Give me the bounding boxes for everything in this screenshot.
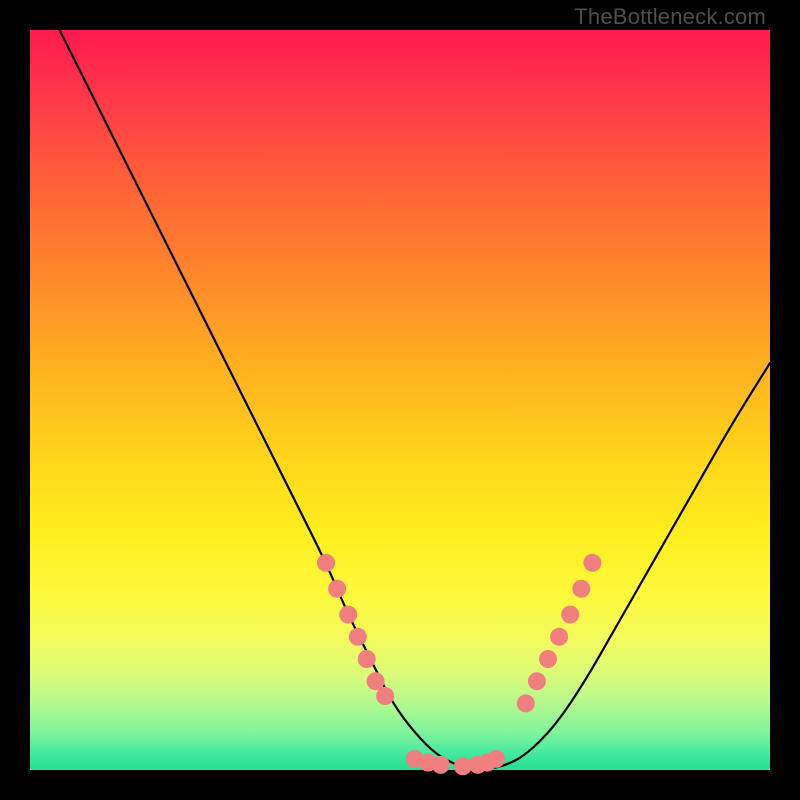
marker-dot <box>539 650 557 668</box>
marker-dot <box>376 687 394 705</box>
marker-dots <box>317 554 601 776</box>
chart-svg <box>30 30 770 770</box>
marker-dot <box>517 694 535 712</box>
marker-dot <box>550 628 568 646</box>
marker-dot <box>349 628 367 646</box>
watermark-text: TheBottleneck.com <box>574 4 766 30</box>
marker-dot <box>367 672 385 690</box>
outer-frame: TheBottleneck.com <box>0 0 800 800</box>
marker-dot <box>528 672 546 690</box>
marker-dot <box>572 580 590 598</box>
marker-dot <box>583 554 601 572</box>
marker-dot <box>432 756 450 774</box>
marker-dot <box>339 606 357 624</box>
marker-dot <box>317 554 335 572</box>
marker-dot <box>561 606 579 624</box>
bottleneck-curve <box>60 30 770 769</box>
marker-dot <box>328 580 346 598</box>
marker-dot <box>487 750 505 768</box>
marker-dot <box>358 650 376 668</box>
